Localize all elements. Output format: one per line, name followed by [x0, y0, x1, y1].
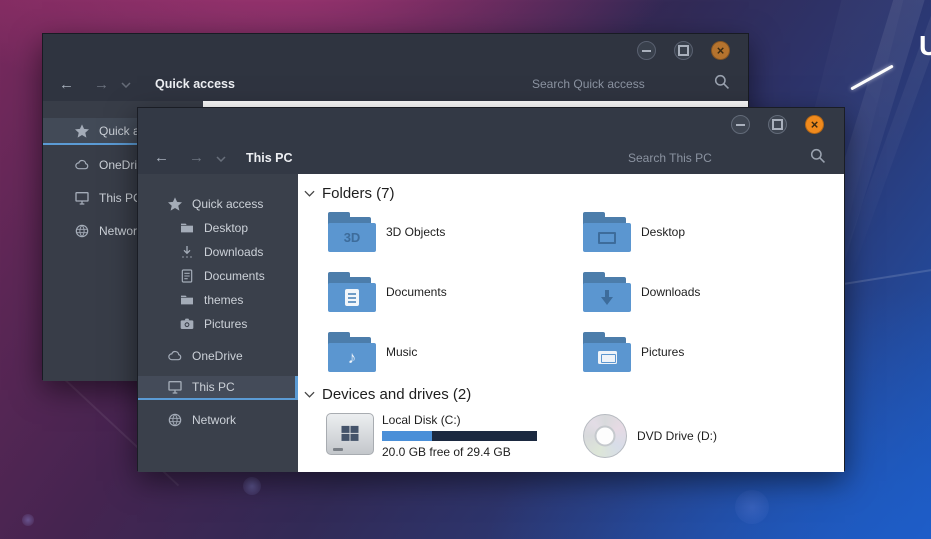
globe-icon [166, 411, 184, 429]
wallpaper-bokeh [22, 514, 34, 526]
folder-name: Pictures [641, 345, 684, 359]
monitor-icon [73, 189, 91, 207]
file-list-area: Folders (7) 3D 3D Objects Desktop Docume… [298, 174, 844, 472]
hard-drive-icon [326, 413, 374, 455]
drive-capacity-text: 20.0 GB free of 29.4 GB [382, 445, 537, 459]
folder-name: 3D Objects [386, 225, 445, 239]
sidebar-item-pictures[interactable]: Pictures [138, 312, 298, 336]
search-placeholder: Search Quick access [532, 77, 645, 91]
sidebar-item-onedrive[interactable]: OneDrive [138, 344, 298, 368]
folder-icon: 3D [328, 212, 376, 252]
section-title: Folders (7) [322, 185, 395, 202]
chevron-down-icon [304, 190, 315, 197]
folder-tile-3d-objects[interactable]: 3D 3D Objects [328, 212, 445, 252]
wallpaper-bokeh [243, 477, 261, 495]
back-icon[interactable]: ← [59, 77, 74, 92]
sidebar-item-label: Desktop [204, 221, 248, 235]
folder-icon [178, 219, 196, 237]
sidebar-item-themes[interactable]: themes [138, 288, 298, 312]
cloud-icon [166, 347, 184, 365]
section-title: Devices and drives (2) [322, 386, 471, 403]
camera-icon [178, 315, 196, 333]
download-icon [178, 243, 196, 261]
minimize-button[interactable] [637, 41, 656, 60]
star-icon [73, 122, 91, 140]
section-header-devices[interactable]: Devices and drives (2) [304, 386, 471, 403]
section-header-folders[interactable]: Folders (7) [304, 185, 395, 202]
folder-tile-downloads[interactable]: Downloads [583, 272, 700, 312]
sidebar-item-label: OneDrive [192, 349, 243, 363]
dvd-disc-icon [583, 414, 627, 458]
forward-icon[interactable]: → [94, 77, 109, 92]
folder-icon [583, 272, 631, 312]
globe-icon [73, 222, 91, 240]
monitor-icon [166, 378, 184, 396]
back-icon[interactable]: ← [154, 150, 169, 165]
search-placeholder: Search This PC [628, 151, 712, 165]
folder-icon [328, 272, 376, 312]
drive-tile-local-disk-c[interactable]: Local Disk (C:) 20.0 GB free of 29.4 GB [326, 413, 537, 459]
folder-icon [583, 212, 631, 252]
document-icon [178, 267, 196, 285]
sidebar-item-desktop[interactable]: Desktop [138, 216, 298, 240]
folder-icon: ♪ [328, 332, 376, 372]
cloud-icon [73, 156, 91, 174]
folder-icon [583, 332, 631, 372]
chevron-down-icon[interactable] [216, 149, 226, 167]
star-icon [166, 195, 184, 213]
close-button[interactable]: × [805, 115, 824, 134]
close-button[interactable]: × [711, 41, 730, 60]
disk-usage-fill [382, 431, 432, 441]
folder-name: Music [386, 345, 417, 359]
search-input[interactable]: Search This PC [628, 147, 826, 169]
sidebar-item-label: Documents [204, 269, 265, 283]
sidebar-item-label: This PC [99, 191, 142, 205]
sidebar-item-label: Network [192, 413, 236, 427]
wallpaper-bokeh [735, 490, 769, 524]
sidebar-item-network[interactable]: Network [138, 408, 298, 432]
folder-name: Documents [386, 285, 447, 299]
explorer-window-this-pc: × ← → This PC Search This PC Quick acces… [137, 107, 845, 471]
folder-tile-pictures[interactable]: Pictures [583, 332, 684, 372]
titlebar[interactable]: × [138, 108, 844, 141]
minimize-button[interactable] [731, 115, 750, 134]
address-location-label[interactable]: This PC [246, 151, 293, 165]
folder-tile-documents[interactable]: Documents [328, 272, 447, 312]
folder-icon [178, 291, 196, 309]
titlebar[interactable]: × [43, 34, 748, 67]
sidebar-item-label: Quick access [192, 197, 263, 211]
search-icon[interactable] [713, 73, 730, 95]
chevron-down-icon [304, 391, 315, 398]
sidebar: Quick access Desktop Downloads Documents [138, 174, 298, 472]
drive-name: DVD Drive (D:) [637, 429, 717, 443]
address-location-label[interactable]: Quick access [155, 77, 235, 91]
folder-tile-music[interactable]: ♪ Music [328, 332, 417, 372]
sidebar-item-label: Downloads [204, 245, 263, 259]
navigation-bar: ← → Quick access Search Quick access [43, 67, 748, 101]
search-input[interactable]: Search Quick access [532, 73, 730, 95]
sidebar-item-downloads[interactable]: Downloads [138, 240, 298, 264]
sidebar-item-quick-access[interactable]: Quick access [138, 192, 298, 216]
desktop-clipped-text: U [919, 30, 931, 62]
sidebar-item-label: themes [204, 293, 243, 307]
chevron-down-icon[interactable] [121, 75, 131, 93]
sidebar-item-label: Pictures [204, 317, 247, 331]
sidebar-item-label: This PC [192, 380, 235, 394]
forward-icon[interactable]: → [189, 150, 204, 165]
maximize-button[interactable] [674, 41, 693, 60]
drive-tile-dvd-d[interactable]: DVD Drive (D:) [583, 414, 717, 458]
folder-tile-desktop[interactable]: Desktop [583, 212, 685, 252]
sidebar-item-documents[interactable]: Documents [138, 264, 298, 288]
maximize-button[interactable] [768, 115, 787, 134]
disk-usage-bar [382, 431, 537, 441]
windows-logo-icon [342, 426, 359, 441]
folder-name: Downloads [641, 285, 700, 299]
drive-name: Local Disk (C:) [382, 413, 537, 427]
navigation-bar: ← → This PC Search This PC [138, 141, 844, 174]
search-icon[interactable] [809, 147, 826, 169]
sidebar-item-this-pc[interactable]: This PC [138, 376, 298, 400]
folder-name: Desktop [641, 225, 685, 239]
